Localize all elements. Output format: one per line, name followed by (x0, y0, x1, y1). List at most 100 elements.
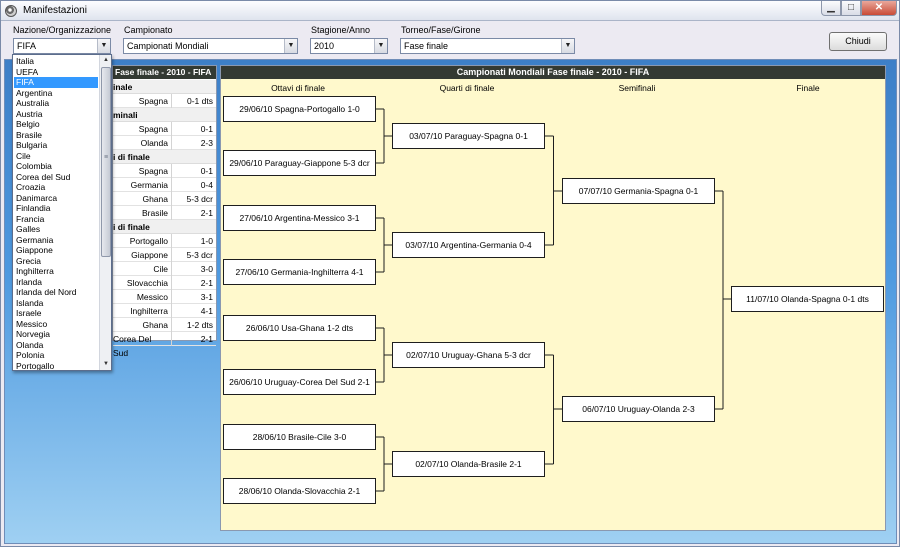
dropdown-option[interactable]: Polonia (14, 350, 98, 361)
dropdown-option[interactable]: Galles (14, 224, 98, 235)
result-row[interactable]: Cile 3-0 (113, 262, 216, 276)
match-finale[interactable]: 11/07/10 Olanda-Spagna 0-1 dts (731, 286, 884, 312)
bracket-panel: Campionati Mondiali Fase finale - 2010 -… (220, 65, 886, 531)
result-row[interactable]: Germania 0-4 (113, 178, 216, 192)
result-team: Cile (153, 264, 168, 274)
result-score: 1-0 (171, 234, 216, 248)
result-row[interactable]: Inghilterra 4-1 (113, 304, 216, 318)
match-quarti-4[interactable]: 02/07/10 Olanda-Brasile 2-1 (392, 451, 545, 477)
result-row[interactable]: Corea Del Sud 2-1 (113, 332, 216, 358)
dropdown-option[interactable]: Grecia (14, 256, 98, 267)
torneo-select[interactable]: Fase finale ▼ (400, 38, 575, 54)
scroll-down-icon[interactable]: ▼ (100, 359, 111, 370)
dropdown-option[interactable]: Croazia (14, 182, 98, 193)
match-ottavi-4[interactable]: 27/06/10 Germania-Inghilterra 4-1 (223, 259, 376, 285)
dropdown-scrollbar[interactable]: ▲ ≡ ▼ (99, 55, 111, 370)
nazione-dropdown-list[interactable]: ▲ ≡ ▼ Italia UEFA FIFA Argentina Australia Au… (12, 54, 112, 371)
result-row[interactable]: Olanda 2-3 (113, 136, 216, 150)
result-score: 0-1 (171, 164, 216, 178)
window-title: Manifestazioni (23, 5, 87, 16)
dropdown-option[interactable]: Norvegia (14, 329, 98, 340)
match-ottavi-1[interactable]: 29/06/10 Spagna-Portogallo 1-0 (223, 96, 376, 122)
match-ottavi-2[interactable]: 29/06/10 Paraguay-Giappone 5-3 dcr (223, 150, 376, 176)
bracket-header: Campionati Mondiali Fase finale - 2010 -… (221, 66, 885, 79)
chiudi-button[interactable]: Chiudi (829, 32, 887, 51)
result-row[interactable]: Spagna 0-1 dts (113, 94, 216, 108)
match-ottavi-5[interactable]: 26/06/10 Usa-Ghana 1-2 dts (223, 315, 376, 341)
chevron-down-icon[interactable]: ▼ (284, 39, 297, 53)
chevron-down-icon[interactable]: ▼ (97, 39, 110, 53)
result-row[interactable]: Portogallo 1-0 (113, 234, 216, 248)
chevron-down-icon[interactable]: ▼ (561, 39, 574, 53)
dropdown-option[interactable]: Brasile (14, 130, 98, 141)
match-ottavi-7[interactable]: 28/06/10 Brasile-Cile 3-0 (223, 424, 376, 450)
dropdown-option[interactable]: Belgio (14, 119, 98, 130)
result-row[interactable]: Slovacchia 2-1 (113, 276, 216, 290)
scrollbar-thumb[interactable]: ≡ (101, 67, 111, 257)
match-ottavi-3[interactable]: 27/06/10 Argentina-Messico 3-1 (223, 205, 376, 231)
dropdown-option[interactable]: Bulgaria (14, 140, 98, 151)
result-row[interactable]: Giappone 5-3 dcr (113, 248, 216, 262)
dropdown-option[interactable]: Portogallo (14, 361, 98, 371)
result-score: 0-4 (171, 178, 216, 192)
maximize-button[interactable]: □ (841, 1, 861, 16)
result-team: Spagna (138, 166, 168, 176)
match-quarti-3[interactable]: 02/07/10 Uruguay-Ghana 5-3 dcr (392, 342, 545, 368)
result-row[interactable]: Brasile 2-1 (113, 206, 216, 220)
dropdown-option[interactable]: FIFA (14, 77, 98, 88)
match-ottavi-6[interactable]: 26/06/10 Uruguay-Corea Del Sud 2-1 (223, 369, 376, 395)
dropdown-option[interactable]: Irlanda (14, 277, 98, 288)
title-bar[interactable]: Manifestazioni ▁ □ ✕ (1, 1, 899, 21)
results-list-header: Fase finale - 2010 - FIFA (113, 66, 216, 79)
scroll-up-icon[interactable]: ▲ (100, 55, 111, 66)
match-semifinale-1[interactable]: 07/07/10 Germania-Spagna 0-1 (562, 178, 715, 204)
nazione-select[interactable]: FIFA ▼ (13, 38, 111, 54)
stagione-select-value: 2010 (314, 41, 335, 51)
result-score: 0-1 (171, 122, 216, 136)
dropdown-option[interactable]: Finlandia (14, 203, 98, 214)
result-row[interactable]: Spagna 0-1 (113, 164, 216, 178)
dropdown-option[interactable]: Danimarca (14, 193, 98, 204)
match-quarti-1[interactable]: 03/07/10 Paraguay-Spagna 0-1 (392, 123, 545, 149)
dropdown-option[interactable]: Giappone (14, 245, 98, 256)
dropdown-option[interactable]: UEFA (14, 67, 98, 78)
match-ottavi-8[interactable]: 28/06/10 Olanda-Slovacchia 2-1 (223, 478, 376, 504)
result-team: Inghilterra (130, 306, 168, 316)
dropdown-option[interactable]: Corea del Sud (14, 172, 98, 183)
campionato-select[interactable]: Campionati Mondiali ▼ (123, 38, 298, 54)
result-score: 1-2 dts (171, 318, 216, 332)
stagione-select[interactable]: 2010 ▼ (310, 38, 388, 54)
dropdown-option[interactable]: Messico (14, 319, 98, 330)
column-header-finale: Finale (796, 83, 820, 93)
result-team: Ghana (142, 320, 168, 330)
round-section-title: minali (113, 108, 216, 122)
result-row[interactable]: Ghana 5-3 dcr (113, 192, 216, 206)
result-team: Olanda (140, 138, 168, 148)
dropdown-option[interactable]: Olanda (14, 340, 98, 351)
dropdown-option[interactable]: Francia (14, 214, 98, 225)
dropdown-option[interactable]: Inghilterra (14, 266, 98, 277)
close-window-button[interactable]: ✕ (861, 1, 897, 16)
round-section-title: inale (113, 80, 216, 94)
dropdown-option[interactable]: Cile (14, 151, 98, 162)
dropdown-option[interactable]: Australia (14, 98, 98, 109)
result-score: 3-1 (171, 290, 216, 304)
dropdown-option[interactable]: Colombia (14, 161, 98, 172)
dropdown-option[interactable]: Irlanda del Nord (14, 287, 98, 298)
grip-icon: ≡ (104, 154, 109, 161)
result-row[interactable]: Ghana 1-2 dts (113, 318, 216, 332)
result-row[interactable]: Messico 3-1 (113, 290, 216, 304)
result-row[interactable]: Spagna 0-1 (113, 122, 216, 136)
result-score: 2-1 (171, 276, 216, 290)
dropdown-option[interactable]: Islanda (14, 298, 98, 309)
dropdown-option[interactable]: Israele (14, 308, 98, 319)
column-header-quarti: Quarti di finale (439, 83, 495, 93)
match-semifinale-2[interactable]: 06/07/10 Uruguay-Olanda 2-3 (562, 396, 715, 422)
dropdown-option[interactable]: Austria (14, 109, 98, 120)
match-quarti-2[interactable]: 03/07/10 Argentina-Germania 0-4 (392, 232, 545, 258)
dropdown-option[interactable]: Germania (14, 235, 98, 246)
dropdown-option[interactable]: Italia (14, 56, 98, 67)
chevron-down-icon[interactable]: ▼ (374, 39, 387, 53)
dropdown-option[interactable]: Argentina (14, 88, 98, 99)
minimize-button[interactable]: ▁ (821, 1, 841, 16)
